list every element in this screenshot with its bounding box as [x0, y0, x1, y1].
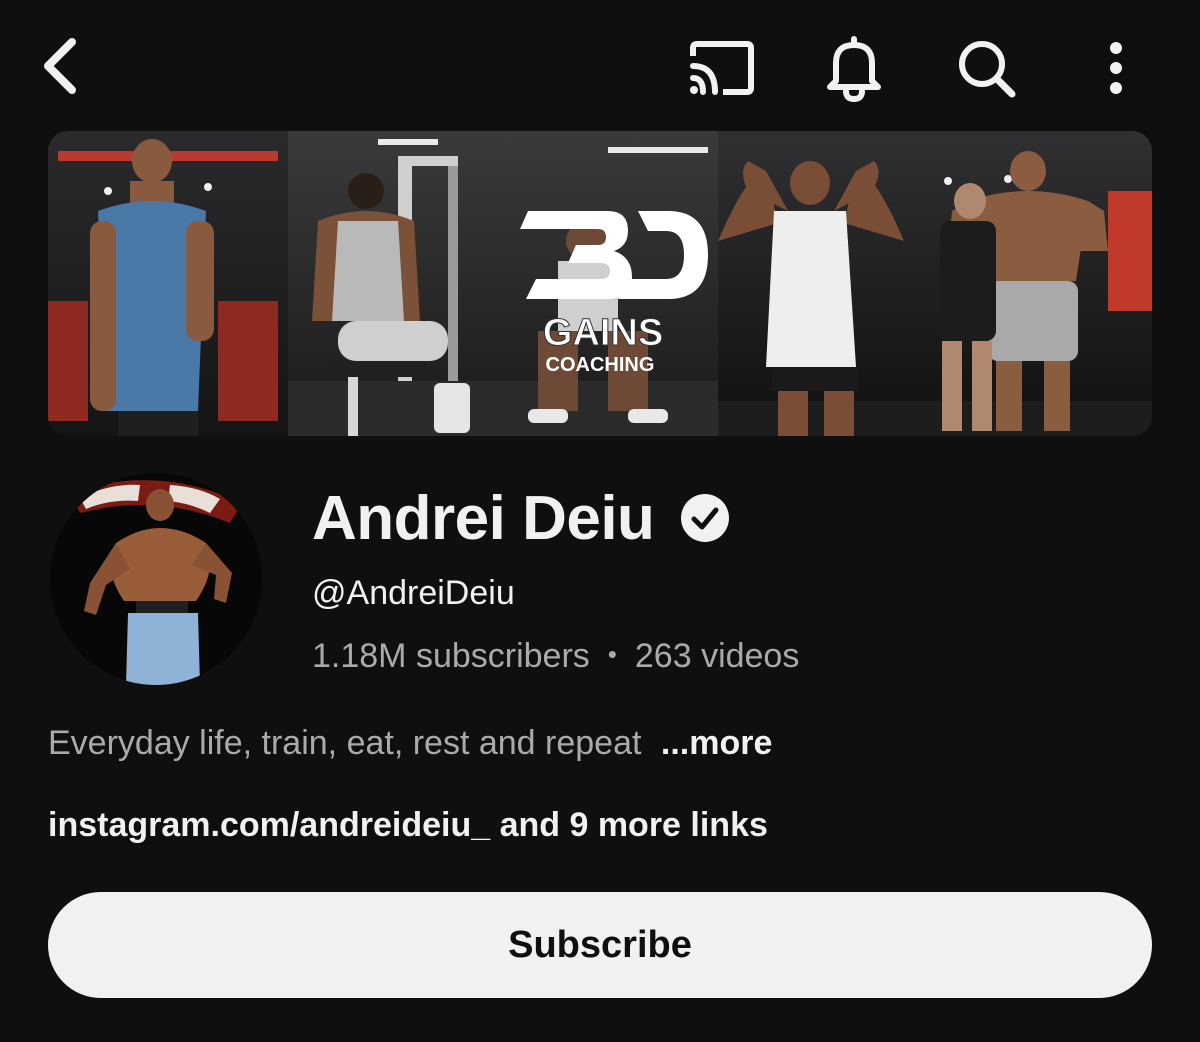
banner-logo-text: GAINS	[543, 312, 663, 354]
channel-stats: 1.18M subscribers • 263 videos	[312, 637, 799, 676]
chevron-left-icon	[44, 38, 76, 94]
channel-links[interactable]: instagram.com/andreideiu_ and 9 more lin…	[48, 806, 768, 845]
channel-description[interactable]: Everyday life, train, eat, rest and repe…	[48, 724, 772, 763]
avatar-image	[50, 473, 262, 685]
cast-button[interactable]	[680, 30, 764, 106]
channel-title-row: Andrei Deiu	[312, 478, 730, 558]
banner-image: GAINS COACHING	[48, 131, 1152, 436]
more-options-button[interactable]	[1086, 30, 1146, 106]
subscribe-button[interactable]: Subscribe	[48, 892, 1152, 998]
bell-icon	[827, 36, 881, 103]
cast-icon	[690, 41, 754, 95]
channel-handle: @AndreiDeiu	[312, 574, 515, 612]
channel-banner[interactable]: GAINS COACHING	[48, 131, 1152, 436]
more-vertical-icon	[1110, 42, 1122, 94]
channel-name: Andrei Deiu	[312, 483, 655, 553]
banner-logo-subtext: COACHING	[546, 354, 655, 376]
subscriber-count: 1.18M subscribers	[312, 637, 590, 675]
top-app-bar	[0, 0, 1200, 130]
stats-separator: •	[607, 639, 617, 669]
description-text: Everyday life, train, eat, rest and repe…	[48, 724, 642, 762]
back-button[interactable]	[28, 28, 92, 104]
verified-badge-icon	[680, 493, 730, 543]
notifications-button[interactable]	[812, 28, 896, 108]
search-button[interactable]	[944, 30, 1028, 106]
more-description-link[interactable]: ...more	[661, 724, 772, 762]
channel-avatar[interactable]	[50, 473, 262, 685]
search-icon	[959, 41, 1016, 98]
video-count: 263 videos	[634, 637, 800, 675]
